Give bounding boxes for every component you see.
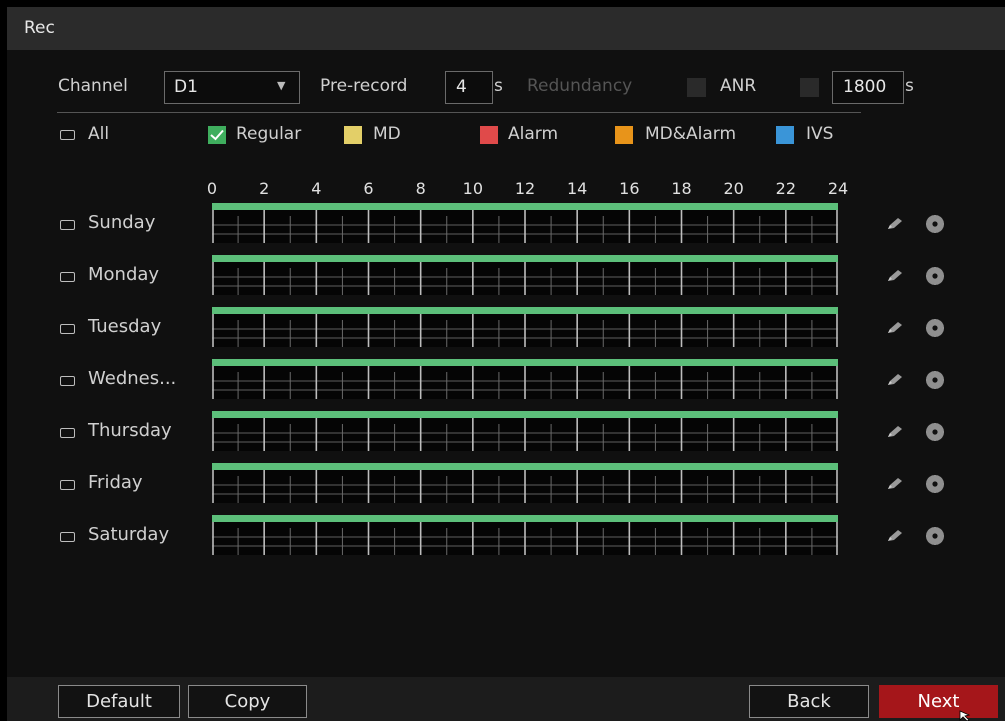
channel-select[interactable]: D1 ▼ (164, 71, 300, 104)
md-color-swatch[interactable] (344, 126, 362, 144)
day-checkbox[interactable] (60, 376, 75, 386)
regular-label: Regular (236, 124, 302, 144)
hour-label: 6 (363, 179, 374, 198)
hour-label: 14 (566, 179, 588, 198)
hour-label: 20 (723, 179, 744, 198)
schedule-timeline[interactable] (212, 463, 838, 503)
day-label: Monday (88, 264, 160, 285)
copy-button[interactable]: Copy (188, 685, 307, 718)
day-label: Friday (88, 472, 143, 493)
md-alarm-label: MD&Alarm (645, 124, 737, 144)
hour-label: 22 (775, 179, 797, 198)
gear-icon[interactable] (925, 474, 945, 498)
regular-checkbox[interactable] (208, 126, 226, 144)
gear-icon[interactable] (925, 370, 945, 394)
md-alarm-color-swatch[interactable] (615, 126, 633, 144)
pencil-icon[interactable] (886, 528, 904, 547)
schedule-timeline[interactable] (212, 203, 838, 243)
md-label: MD (373, 124, 401, 144)
prerecord-unit: s (494, 76, 503, 96)
day-checkbox[interactable] (60, 220, 75, 230)
pencil-icon[interactable] (886, 424, 904, 443)
hour-label: 24 (827, 179, 849, 198)
window-title: Rec (24, 18, 55, 38)
hour-label: 0 (206, 179, 218, 198)
mouse-cursor-icon (959, 710, 971, 721)
hour-label: 10 (462, 179, 484, 198)
default-button[interactable]: Default (58, 685, 180, 718)
checkmark-icon (210, 129, 224, 141)
ivs-label: IVS (806, 124, 834, 144)
title-bar: Rec (7, 7, 1005, 50)
hour-label: 18 (671, 179, 692, 198)
day-label: Thursday (88, 420, 172, 441)
day-checkbox[interactable] (60, 272, 75, 282)
schedule-timeline[interactable] (212, 411, 838, 451)
hour-label: 4 (311, 179, 322, 198)
chevron-down-icon: ▼ (277, 79, 286, 92)
redundancy-checkbox[interactable] (687, 78, 706, 97)
day-checkbox[interactable] (60, 428, 75, 438)
pencil-icon[interactable] (886, 320, 904, 339)
day-checkbox[interactable] (60, 324, 75, 334)
prerecord-label: Pre-record (320, 76, 408, 96)
prerecord-input[interactable]: 4 (445, 71, 493, 104)
hour-label: 12 (514, 179, 536, 198)
alarm-color-swatch[interactable] (480, 126, 498, 144)
schedule-timeline[interactable] (212, 307, 838, 347)
hour-label: 2 (259, 179, 270, 198)
channel-label: Channel (58, 76, 128, 96)
gear-icon[interactable] (925, 214, 945, 238)
pencil-icon[interactable] (886, 268, 904, 287)
day-checkbox[interactable] (60, 532, 75, 542)
divider (57, 112, 861, 113)
ivs-color-swatch[interactable] (776, 126, 794, 144)
channel-value: D1 (174, 77, 198, 97)
pencil-icon[interactable] (886, 372, 904, 391)
gear-icon[interactable] (925, 422, 945, 446)
prerecord-value: 4 (456, 77, 467, 97)
anr-label: ANR (720, 76, 757, 96)
hour-label: 16 (619, 179, 640, 198)
schedule-timeline[interactable] (212, 515, 838, 555)
all-label: All (88, 124, 110, 144)
alarm-label: Alarm (508, 124, 559, 144)
all-checkbox[interactable] (60, 130, 75, 140)
rec-window: Rec Channel D1 ▼ Pre-record 4 s Redundan… (7, 7, 1005, 721)
day-checkbox[interactable] (60, 480, 75, 490)
anr-value: 1800 (843, 77, 887, 97)
schedule-timeline[interactable] (212, 359, 838, 399)
pencil-icon[interactable] (886, 476, 904, 495)
day-label: Saturday (88, 524, 170, 545)
next-button[interactable]: Next (879, 685, 998, 718)
redundancy-label: Redundancy (527, 76, 633, 96)
day-label: Wednes... (88, 368, 177, 389)
anr-input[interactable]: 1800 (832, 71, 904, 104)
pencil-icon[interactable] (886, 216, 904, 235)
anr-checkbox[interactable] (800, 78, 819, 97)
anr-unit: s (905, 76, 914, 96)
gear-icon[interactable] (925, 266, 945, 290)
gear-icon[interactable] (925, 526, 945, 550)
schedule-timeline[interactable] (212, 255, 838, 295)
day-label: Sunday (88, 212, 156, 233)
back-button[interactable]: Back (749, 685, 869, 718)
hour-label: 8 (415, 179, 426, 198)
gear-icon[interactable] (925, 318, 945, 342)
day-label: Tuesday (88, 316, 162, 337)
